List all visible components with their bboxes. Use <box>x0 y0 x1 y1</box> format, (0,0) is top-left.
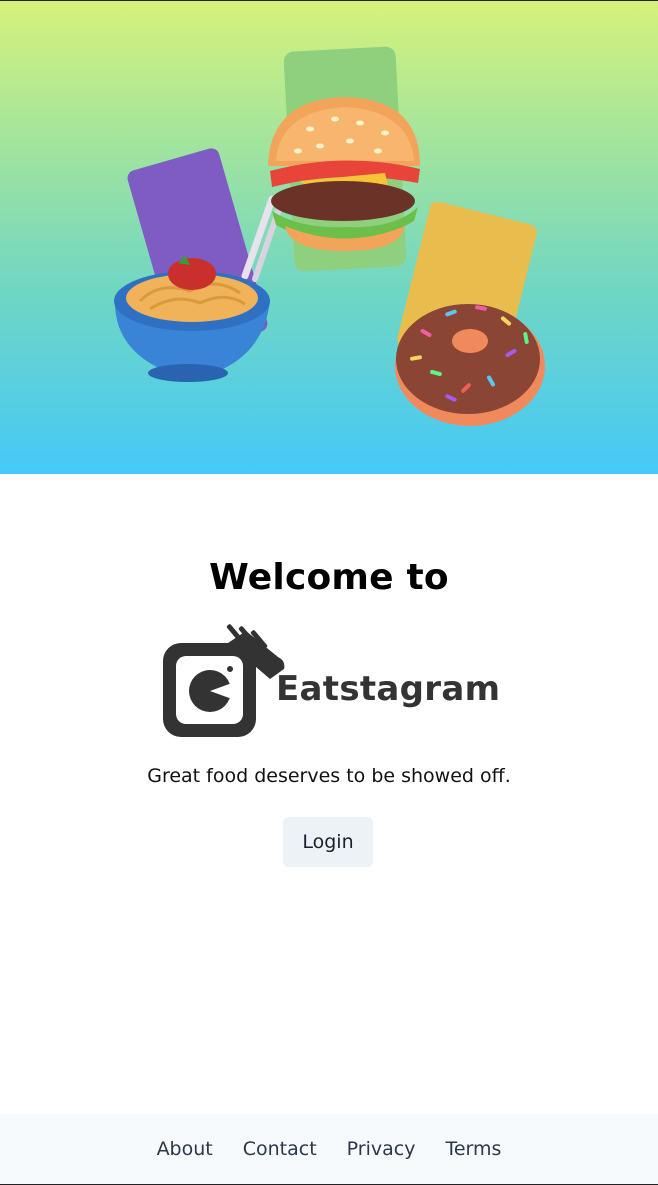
landing-page: Welcome to Eatstagram Great food deserve… <box>0 0 658 1185</box>
footer-link-privacy[interactable]: Privacy <box>347 1138 416 1160</box>
hero-banner <box>0 1 658 474</box>
hero-food-illustration <box>114 46 545 426</box>
footer-link-about[interactable]: About <box>157 1138 213 1160</box>
login-button[interactable]: Login <box>283 817 373 867</box>
welcome-heading: Welcome to <box>209 557 449 598</box>
tagline: Great food deserves to be showed off. <box>147 765 511 787</box>
footer-link-contact[interactable]: Contact <box>243 1138 317 1160</box>
donut-icon <box>395 304 545 426</box>
footer: About Contact Privacy Terms <box>0 1114 658 1184</box>
footer-link-terms[interactable]: Terms <box>445 1138 501 1160</box>
burger-icon <box>268 97 420 251</box>
brand-name: Eatstagram <box>276 669 501 709</box>
